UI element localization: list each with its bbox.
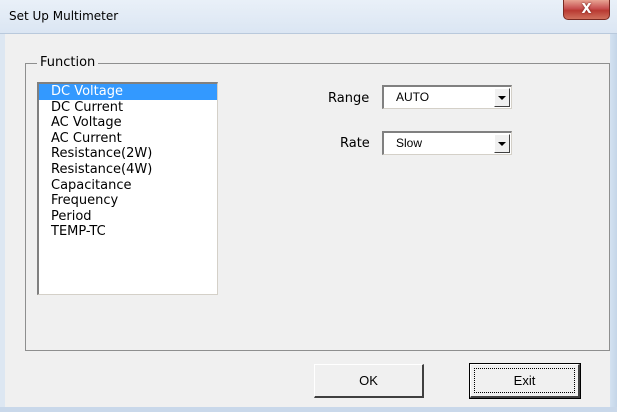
function-group-label: Function	[37, 55, 99, 70]
list-item[interactable]: Capacitance	[39, 178, 217, 194]
function-listbox[interactable]: DC Voltage DC Current AC Voltage AC Curr…	[37, 82, 218, 295]
list-item[interactable]: Resistance(4W)	[39, 162, 217, 178]
chevron-down-icon[interactable]	[494, 134, 510, 153]
list-item[interactable]: Frequency	[39, 193, 217, 209]
title-bar: Set Up Multimeter X	[0, 0, 617, 34]
range-dropdown[interactable]: AUTO	[382, 85, 512, 109]
range-label: Range	[328, 91, 370, 106]
exit-button[interactable]: Exit	[469, 363, 581, 399]
rate-value: Slow	[396, 136, 423, 150]
list-item[interactable]: TEMP-TC	[39, 224, 217, 240]
exit-button-label: Exit	[513, 373, 536, 388]
list-item[interactable]: AC Current	[39, 131, 217, 147]
window-frame-right	[610, 34, 617, 412]
list-item[interactable]: Period	[39, 209, 217, 225]
rate-label: Rate	[340, 136, 370, 151]
rate-dropdown[interactable]: Slow	[382, 131, 512, 155]
list-item[interactable]: Resistance(2W)	[39, 146, 217, 162]
ok-button[interactable]: OK	[314, 364, 424, 398]
list-item[interactable]: DC Voltage	[39, 84, 217, 100]
close-icon: X	[581, 2, 592, 17]
window-frame-bottom	[0, 407, 617, 412]
list-item[interactable]: DC Current	[39, 100, 217, 116]
close-button[interactable]: X	[563, 0, 610, 20]
ok-button-label: OK	[359, 373, 378, 388]
range-value: AUTO	[396, 90, 430, 104]
chevron-down-icon[interactable]	[494, 88, 510, 107]
list-item[interactable]: AC Voltage	[39, 115, 217, 131]
window-title: Set Up Multimeter	[9, 9, 119, 23]
